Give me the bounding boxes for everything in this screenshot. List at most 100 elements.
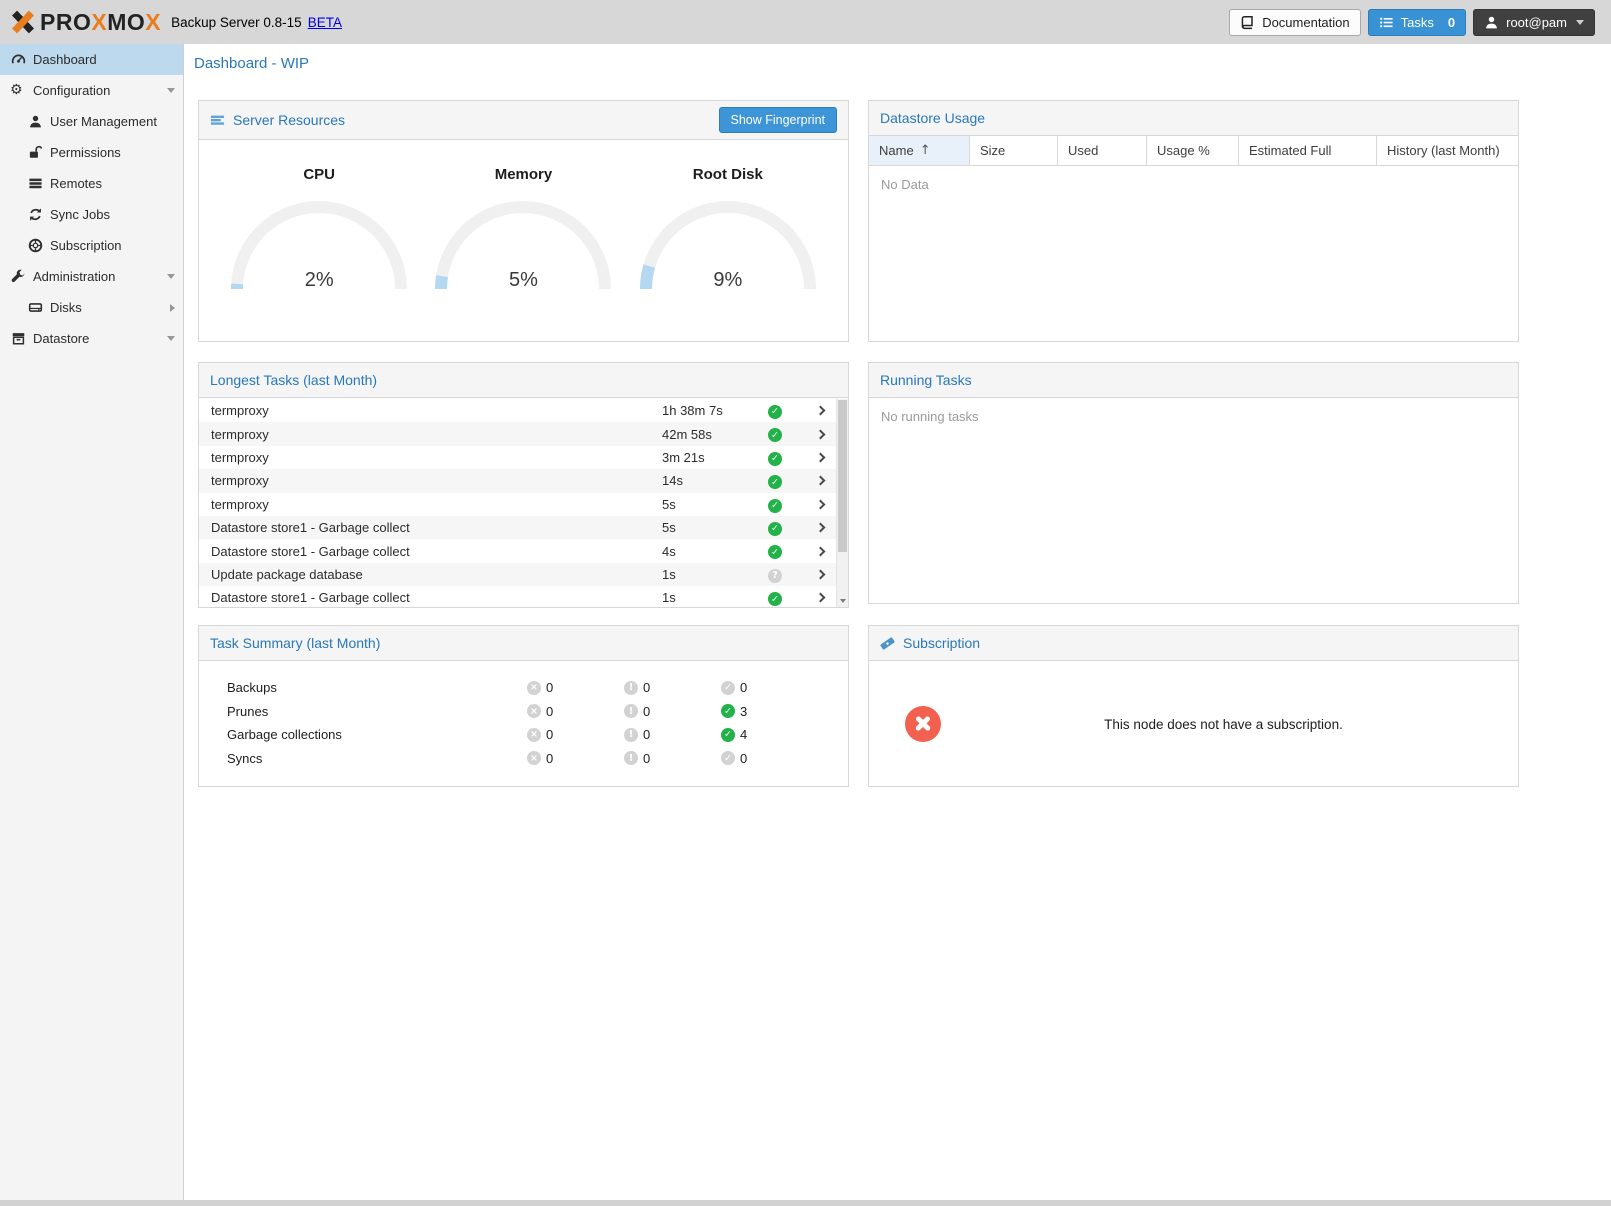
tasks-count-badge: 0 [1448, 15, 1455, 30]
task-label: Datastore store1 - Garbage collect [211, 590, 662, 605]
gears-icon: ⚙ [10, 83, 27, 98]
column-header-name[interactable]: Name↑ [869, 136, 970, 165]
chevron-right-icon [815, 476, 825, 486]
summary-errors-cell: ×0 [527, 751, 624, 766]
chevron-right-icon [815, 523, 825, 533]
task-row[interactable]: termproxy3m 21s✓ [199, 446, 836, 469]
x-circle-icon: × [527, 704, 541, 718]
chevron-right-icon [815, 453, 825, 463]
summary-row-syncs: Syncs×0!0✓0 [199, 747, 848, 771]
sidebar-item-subscription[interactable]: Subscription [0, 230, 183, 261]
subscription-panel: Subscription This node does not have a s… [868, 625, 1519, 787]
subscription-header: Subscription [869, 626, 1518, 661]
scrollbar-thumb[interactable] [838, 400, 847, 552]
running-tasks-panel: Running Tasks No running tasks [868, 362, 1519, 604]
task-row[interactable]: Datastore store1 - Garbage collect5s✓ [199, 516, 836, 539]
summary-errors-count: 0 [546, 680, 553, 695]
sidebar-item-dashboard[interactable]: Dashboard [0, 44, 183, 75]
task-label: termproxy [211, 450, 662, 465]
column-header-usage-[interactable]: Usage % [1147, 136, 1239, 165]
task-row[interactable]: termproxy42m 58s✓ [199, 422, 836, 445]
task-open-chevron[interactable] [804, 454, 836, 461]
exclamation-circle-icon: ! [624, 728, 638, 742]
tasks-button[interactable]: Tasks 0 [1368, 9, 1466, 36]
longest-tasks-title: Longest Tasks (last Month) [210, 372, 377, 388]
task-summary-panel: Task Summary (last Month) Backups×0!0✓0P… [198, 625, 849, 787]
task-open-chevron[interactable] [804, 594, 836, 601]
task-status-ok-icon: ✓ [768, 496, 804, 513]
summary-ok-count: 4 [740, 727, 747, 742]
task-open-chevron[interactable] [804, 431, 836, 438]
summary-warnings-cell: !0 [624, 680, 721, 695]
task-open-chevron[interactable] [804, 524, 836, 531]
task-open-chevron[interactable] [804, 501, 836, 508]
gauge-title: Root Disk [628, 166, 828, 183]
user-icon [1484, 15, 1499, 30]
support-icon [27, 238, 44, 253]
running-tasks-title: Running Tasks [880, 372, 972, 388]
task-open-chevron[interactable] [804, 548, 836, 555]
task-summary-header: Task Summary (last Month) [199, 626, 848, 661]
task-row[interactable]: termproxy1h 38m 7s✓ [199, 399, 836, 422]
task-row[interactable]: Datastore store1 - Garbage collect4s✓ [199, 539, 836, 562]
task-open-chevron[interactable] [804, 571, 836, 578]
summary-ok-cell: ✓0 [721, 751, 818, 766]
expander-down-icon[interactable] [167, 336, 175, 341]
viewport-bottom-edge [0, 1200, 1611, 1206]
topbar: PROXMOX Backup Server 0.8-15 BETA Docume… [0, 0, 1611, 44]
task-row[interactable]: termproxy14s✓ [199, 469, 836, 492]
task-status-unknown-icon: ? [768, 566, 804, 583]
task-label: termproxy [211, 403, 662, 418]
column-header-history-last-month-[interactable]: History (last Month) [1377, 136, 1518, 165]
server-resources-header: Server Resources Show Fingerprint [199, 101, 848, 140]
beta-link[interactable]: BETA [308, 15, 342, 30]
expander-down-icon[interactable] [167, 88, 175, 93]
subscription-body: This node does not have a subscription. [869, 662, 1518, 786]
show-fingerprint-button[interactable]: Show Fingerprint [719, 107, 838, 133]
check-circle-icon: ✓ [721, 728, 735, 742]
server-resources-title: Server Resources [233, 112, 345, 128]
check-circle-icon: ✓ [768, 452, 782, 466]
summary-warnings-count: 0 [643, 704, 650, 719]
column-header-label: Used [1068, 143, 1098, 158]
gauge-title: Memory [423, 166, 623, 183]
sidebar-item-label: Remotes [50, 176, 175, 191]
task-duration: 1h 38m 7s [662, 403, 768, 418]
documentation-button[interactable]: Documentation [1229, 9, 1360, 36]
sidebar-item-user-management[interactable]: User Management [0, 106, 183, 137]
task-open-chevron[interactable] [804, 477, 836, 484]
user-menu-button[interactable]: root@pam [1473, 9, 1595, 36]
sidebar-item-configuration[interactable]: ⚙Configuration [0, 75, 183, 106]
vertical-scrollbar[interactable] [836, 399, 848, 607]
column-header-estimated-full[interactable]: Estimated Full [1239, 136, 1377, 165]
task-row[interactable]: Update package database1s? [199, 563, 836, 586]
expander-right-icon[interactable] [170, 304, 175, 312]
sidebar-item-remotes[interactable]: Remotes [0, 168, 183, 199]
summary-ok-count: 0 [740, 680, 747, 695]
ticket-icon [880, 636, 895, 651]
scrollbar-down-button[interactable] [837, 594, 848, 607]
x-circle-icon: × [527, 681, 541, 695]
task-duration: 42m 58s [662, 427, 768, 442]
gauge-cpu: CPU2% [219, 140, 419, 294]
sidebar-item-permissions[interactable]: Permissions [0, 137, 183, 168]
task-status-ok-icon: ✓ [768, 543, 804, 560]
exclamation-circle-icon: ! [624, 751, 638, 765]
task-summary-title: Task Summary (last Month) [210, 635, 380, 651]
task-row[interactable]: Datastore store1 - Garbage collect1s✓ [199, 586, 836, 607]
expander-down-icon[interactable] [167, 274, 175, 279]
sidebar-item-sync-jobs[interactable]: Sync Jobs [0, 199, 183, 230]
tasks-button-label: Tasks [1401, 15, 1434, 30]
check-circle-icon: ✓ [768, 428, 782, 442]
task-open-chevron[interactable] [804, 407, 836, 414]
column-header-size[interactable]: Size [970, 136, 1058, 165]
task-list-icon [1379, 15, 1394, 30]
sidebar-item-datastore[interactable]: Datastore [0, 323, 183, 354]
column-header-used[interactable]: Used [1058, 136, 1147, 165]
x-circle-icon: × [527, 728, 541, 742]
sidebar-item-disks[interactable]: Disks [0, 292, 183, 323]
column-header-label: Usage % [1157, 143, 1210, 158]
task-row[interactable]: termproxy5s✓ [199, 493, 836, 516]
task-duration: 3m 21s [662, 450, 768, 465]
sidebar-item-administration[interactable]: Administration [0, 261, 183, 292]
